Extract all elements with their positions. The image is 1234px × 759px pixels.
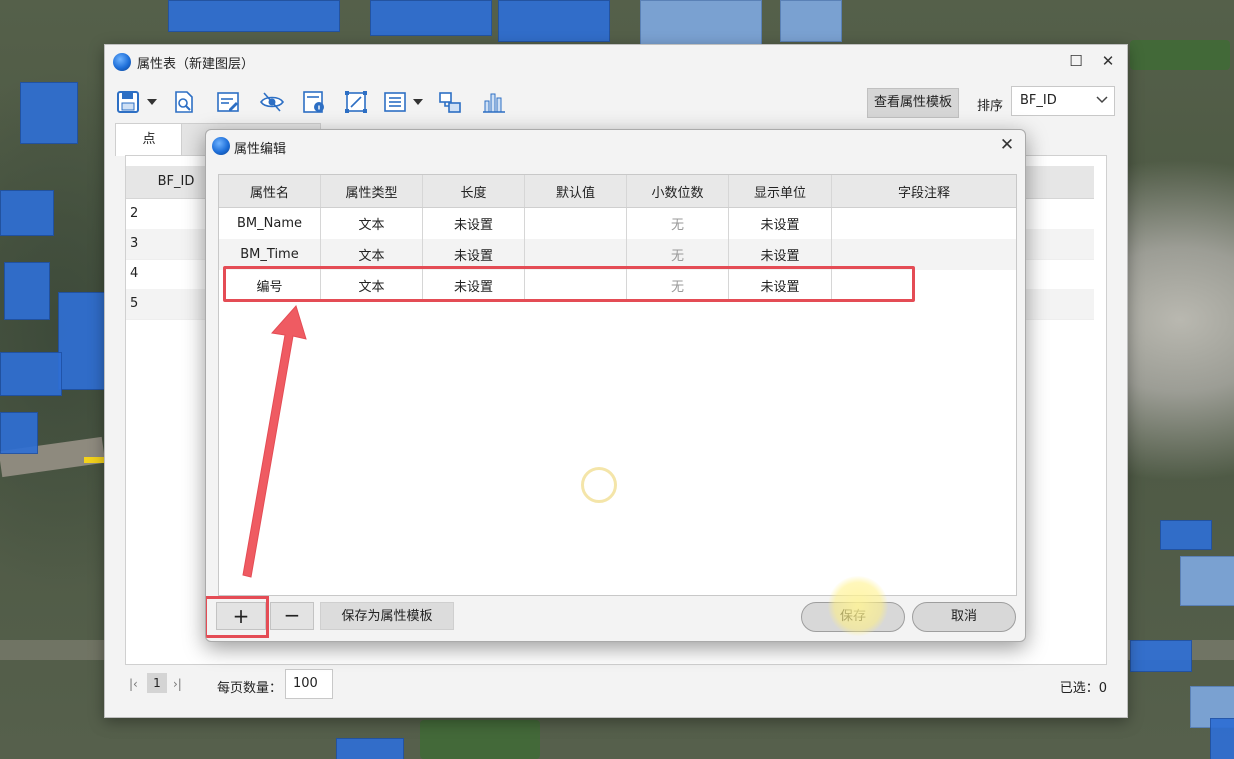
visibility-icon[interactable] <box>259 89 285 115</box>
highlight-box-new-row <box>223 266 915 302</box>
field-row[interactable]: BM_Name 文本 未设置 无 未设置 <box>219 208 1016 239</box>
column-header: 默认值 <box>525 175 627 207</box>
field-table-header: 属性名 属性类型 长度 默认值 小数位数 显示单位 字段注释 <box>219 175 1016 208</box>
column-header: 长度 <box>423 175 525 207</box>
field-name[interactable]: BM_Name <box>219 208 321 239</box>
dialog-title-bar: 属性编辑 ✕ <box>206 130 1025 160</box>
column-header: 属性名 <box>219 175 321 207</box>
row-id: 4 <box>130 266 139 281</box>
dialog-title: 属性编辑 <box>234 142 287 157</box>
selected-count: 已选：0 <box>1059 681 1107 696</box>
cursor-highlight <box>828 576 888 636</box>
info-icon[interactable] <box>301 89 327 115</box>
chevron-down-icon <box>1096 89 1108 122</box>
window-title: 属性表（新建图层） <box>137 57 255 72</box>
sort-select[interactable]: BF_ID <box>1011 86 1115 116</box>
attribute-edit-dialog: 属性编辑 ✕ 属性名 属性类型 长度 默认值 小数位数 显示单位 字段注释 BM… <box>205 129 1026 642</box>
loading-ring-icon <box>581 467 617 503</box>
per-page-label: 每页数量： <box>217 681 283 696</box>
view-template-button[interactable]: 查看属性模板 <box>867 88 959 118</box>
save-dropdown-caret[interactable] <box>147 99 157 105</box>
field-unit[interactable]: 未设置 <box>729 208 832 239</box>
dialog-close-button[interactable]: ✕ <box>995 133 1019 157</box>
query-icon[interactable] <box>171 89 197 115</box>
field-length[interactable]: 未设置 <box>423 208 525 239</box>
list-dropdown-caret[interactable] <box>413 99 423 105</box>
field-type[interactable]: 文本 <box>321 208 423 239</box>
current-page[interactable]: 1 <box>147 673 167 693</box>
maximize-button[interactable]: ☐ <box>1063 49 1089 73</box>
column-header: 属性类型 <box>321 175 423 207</box>
close-button[interactable]: ✕ <box>1095 49 1121 73</box>
save-as-template-button[interactable]: 保存为属性模板 <box>320 602 454 630</box>
field-comment[interactable] <box>832 208 1016 239</box>
app-logo-icon <box>212 137 230 155</box>
link-icon[interactable] <box>437 89 463 115</box>
sort-select-value: BF_ID <box>1020 93 1057 108</box>
sort-label: 排序 <box>977 99 1004 114</box>
first-page-button[interactable]: |‹ <box>129 677 138 691</box>
edit-table-icon[interactable] <box>215 89 241 115</box>
save-icon[interactable] <box>115 89 141 115</box>
row-id: 2 <box>130 206 139 221</box>
field-default[interactable] <box>525 208 627 239</box>
column-header: 字段注释 <box>897 185 950 201</box>
frame-icon[interactable] <box>343 89 369 115</box>
pager: |‹ 1 ›| 每页数量： 100 已选：0 <box>125 667 1107 699</box>
list-icon[interactable] <box>383 89 409 115</box>
column-header: 显示单位 <box>729 175 832 207</box>
tab-points[interactable]: 点 <box>115 123 183 156</box>
bar-chart-icon[interactable] <box>481 89 507 115</box>
window-title-bar: 属性表（新建图层） ☐ ✕ <box>105 45 1127 77</box>
cancel-button[interactable]: 取消 <box>912 602 1016 632</box>
row-id: 5 <box>130 296 139 311</box>
column-header: 小数位数 <box>627 175 729 207</box>
field-table: 属性名 属性类型 长度 默认值 小数位数 显示单位 字段注释 BM_Name 文… <box>218 174 1017 596</box>
app-logo-icon <box>113 53 131 71</box>
per-page-input[interactable]: 100 <box>285 669 333 699</box>
last-page-button[interactable]: ›| <box>173 677 182 691</box>
remove-field-button[interactable]: − <box>270 602 314 630</box>
row-id: 3 <box>130 236 139 251</box>
field-decimals[interactable]: 无 <box>627 208 729 239</box>
highlight-box-add-button <box>206 596 269 638</box>
